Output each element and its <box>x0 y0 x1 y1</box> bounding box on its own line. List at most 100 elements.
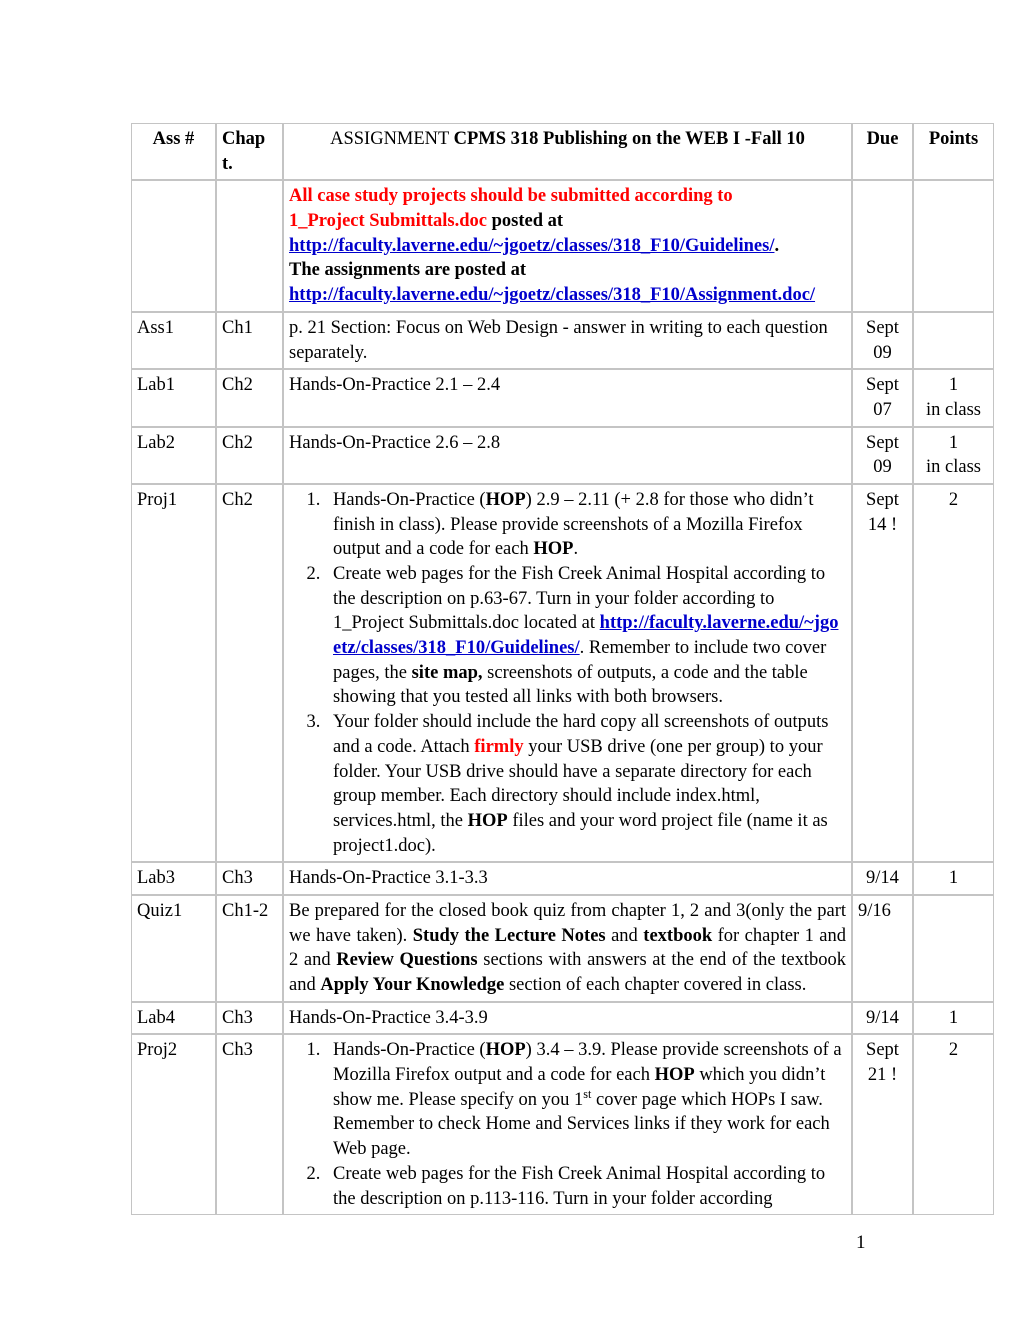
due-line-1: Sept <box>866 375 899 396</box>
header-cell-points: Points <box>913 123 994 181</box>
hop-abbr: HOP <box>467 810 508 831</box>
header-label-assignment-prefix: ASSIGNMENT <box>330 129 454 149</box>
due-line-1: Sept <box>866 432 899 453</box>
guidelines-link[interactable]: http://faculty.laverne.edu/~jgoetz/class… <box>289 236 774 256</box>
row-chapter: Ch1 <box>216 311 283 370</box>
header-label-chapt-line1: Chap <box>222 129 266 149</box>
row-due: 9/14 <box>852 862 913 895</box>
header-label-ass: Ass # <box>152 129 195 149</box>
header-cell-chapt: Chap t. <box>216 123 283 181</box>
row-points: 1 <box>913 1001 994 1035</box>
due-line-1: Sept <box>866 1040 899 1061</box>
points-line-1: 2 <box>948 489 959 510</box>
notice-cell-ass <box>131 180 216 312</box>
step-text: Create web pages for the Fish Creek Anim… <box>333 1163 826 1209</box>
quiz-text-c: and <box>605 925 644 946</box>
row-chapter: Ch2 <box>216 369 283 427</box>
table-row: Lab3 Ch3 Hands-On-Practice 3.1-3.3 9/14 … <box>131 862 994 895</box>
row-ass-id: Ass1 <box>131 311 216 370</box>
due-line-2: 09 <box>873 342 892 363</box>
step-text-end: . <box>573 539 579 560</box>
header-label-assignment-course: CPMS 318 Publishing on the WEB I -Fall 1… <box>453 129 805 149</box>
table-header-row: Ass # Chap t. ASSIGNMENT CPMS 318 Publis… <box>131 123 994 181</box>
points-line-1: 1 <box>948 432 959 453</box>
points-line-1: 1 <box>948 375 959 396</box>
row-chapter: Ch1-2 <box>216 894 283 1002</box>
notice-posted-at: posted at <box>487 211 564 232</box>
table-row: Lab2 Ch2 Hands-On-Practice 2.6 – 2.8 Sep… <box>131 426 994 484</box>
table-row: Lab1 Ch2 Hands-On-Practice 2.1 – 2.4 Sep… <box>131 369 994 427</box>
assignment-steps-list: Hands-On-Practice (HOP) 3.4 – 3.9. Pleas… <box>289 1038 846 1211</box>
row-ass-id: Proj2 <box>131 1034 216 1216</box>
row-assignment-text: Hands-On-Practice 3.1-3.3 <box>283 862 852 895</box>
row-ass-id: Lab3 <box>131 862 216 895</box>
textbook-emphasis: textbook <box>643 925 713 946</box>
points-line-2: in class <box>926 399 981 420</box>
assignment-doc-link[interactable]: http://faculty.laverne.edu/~jgoetz/class… <box>289 285 815 305</box>
notice-red-doc-name: 1_Project Submittals.doc <box>289 211 487 232</box>
row-assignment-body: Hands-On-Practice (HOP) 3.4 – 3.9. Pleas… <box>283 1034 852 1216</box>
table-row: Quiz1 Ch1-2 Be prepared for the closed b… <box>131 894 994 1002</box>
points-line-1: 2 <box>948 1040 959 1061</box>
due-line-2: 14 ! <box>867 514 898 535</box>
row-points: 2 <box>913 483 994 863</box>
header-label-due: Due <box>866 129 899 149</box>
due-line-2: 09 <box>873 457 892 478</box>
due-line-2: 21 ! <box>867 1065 898 1086</box>
table-row: Ass1 Ch1 p. 21 Section: Focus on Web Des… <box>131 311 994 370</box>
page-number: 1 <box>856 1232 866 1253</box>
quiz-text-i: section of each chapter covered in class… <box>504 975 807 995</box>
header-cell-due: Due <box>852 123 913 181</box>
row-chapter: Ch3 <box>216 862 283 895</box>
row-assignment-text: Hands-On-Practice 2.1 – 2.4 <box>283 369 852 427</box>
row-assignment-body: Hands-On-Practice (HOP) 2.9 – 2.11 (+ 2.… <box>283 483 852 863</box>
notice-assignments-line: The assignments are posted at <box>289 260 527 281</box>
header-label-points: Points <box>928 129 979 149</box>
due-line-1: Sept <box>866 489 899 510</box>
table-row: Proj1 Ch2 Hands-On-Practice (HOP) 2.9 – … <box>131 483 994 863</box>
row-points: 1 <box>913 862 994 895</box>
review-questions-emphasis: Review Questions <box>336 950 478 971</box>
study-lecture-notes-emphasis: Study the Lecture Notes <box>412 925 606 946</box>
row-points: 1 in class <box>913 369 994 427</box>
hop-abbr: HOP <box>485 1040 526 1061</box>
row-due: Sept 09 <box>852 311 913 370</box>
table-row: Proj2 Ch3 Hands-On-Practice (HOP) 3.4 – … <box>131 1034 994 1216</box>
header-cell-ass: Ass # <box>131 123 216 181</box>
hop-abbr: HOP <box>533 539 574 560</box>
row-due: 9/14 <box>852 1001 913 1035</box>
assignment-steps-list: Hands-On-Practice (HOP) 2.9 – 2.11 (+ 2.… <box>289 488 846 858</box>
row-chapter: Ch2 <box>216 483 283 863</box>
list-item: Hands-On-Practice (HOP) 3.4 – 3.9. Pleas… <box>325 1038 846 1161</box>
row-due: Sept 09 <box>852 426 913 484</box>
row-assignment-text: p. 21 Section: Focus on Web Design - ans… <box>283 311 852 370</box>
notice-period: . <box>774 235 780 256</box>
row-due: Sept 14 ! <box>852 483 913 863</box>
row-assignment-body: Be prepared for the closed book quiz fro… <box>283 894 852 1002</box>
document-page: Ass # Chap t. ASSIGNMENT CPMS 318 Publis… <box>0 0 1020 1320</box>
list-item: Create web pages for the Fish Creek Anim… <box>325 1162 846 1211</box>
list-item: Hands-On-Practice (HOP) 2.9 – 2.11 (+ 2.… <box>325 488 846 562</box>
due-line-2: 07 <box>873 399 892 420</box>
site-map-emphasis: site map, <box>411 662 483 683</box>
row-ass-id: Quiz1 <box>131 894 216 1002</box>
firmly-emphasis: firmly <box>474 736 524 757</box>
step-text: Hands-On-Practice ( <box>333 489 486 510</box>
row-due: 9/16 <box>852 894 913 1002</box>
row-chapter: Ch3 <box>216 1001 283 1035</box>
notice-red-line1: All case study projects should be submit… <box>289 186 733 207</box>
header-cell-assignment: ASSIGNMENT CPMS 318 Publishing on the WE… <box>283 123 852 181</box>
due-line-1: Sept <box>866 317 899 338</box>
hop-abbr: HOP <box>654 1065 695 1086</box>
points-line-2: in class <box>926 457 981 478</box>
hop-abbr: HOP <box>485 489 526 510</box>
list-item: Your folder should include the hard copy… <box>325 710 846 858</box>
row-due: Sept 21 ! <box>852 1034 913 1216</box>
row-points: 1 in class <box>913 426 994 484</box>
row-chapter: Ch2 <box>216 426 283 484</box>
row-points: 2 <box>913 1034 994 1216</box>
step-text: Hands-On-Practice ( <box>333 1040 486 1061</box>
row-ass-id: Proj1 <box>131 483 216 863</box>
row-due: Sept 07 <box>852 369 913 427</box>
list-item: Create web pages for the Fish Creek Anim… <box>325 562 846 710</box>
